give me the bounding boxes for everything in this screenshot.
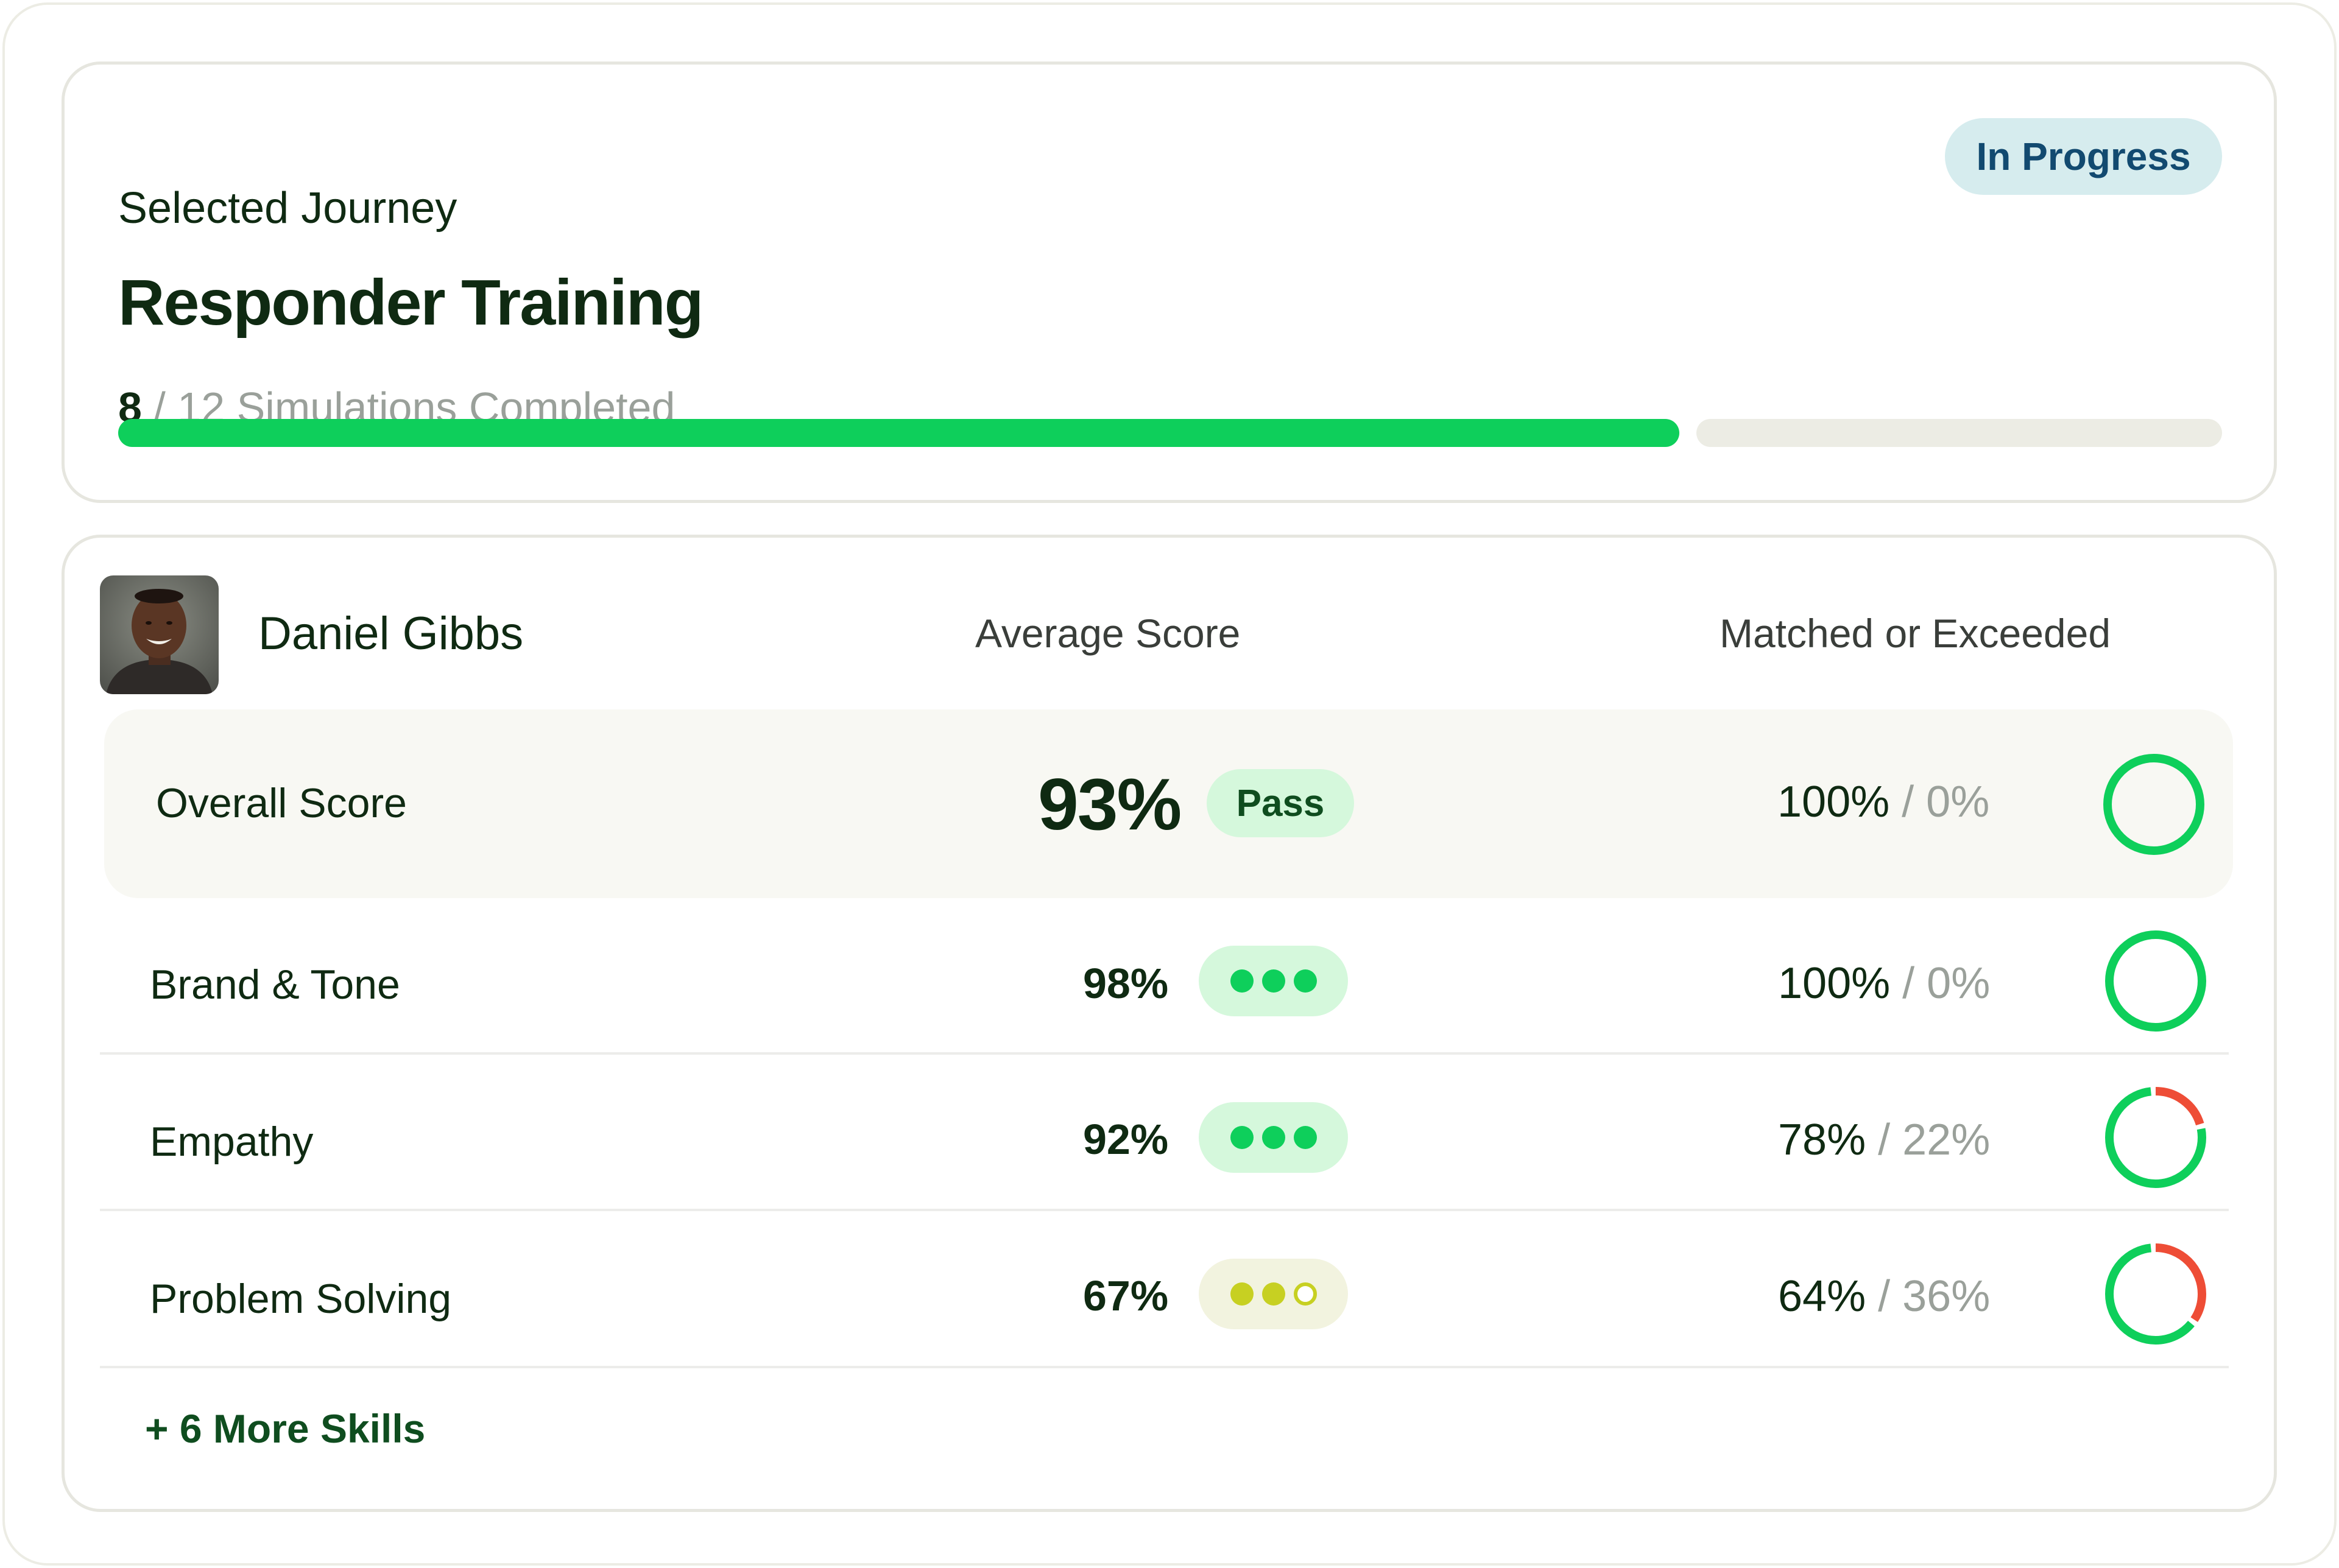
skill-level-badge xyxy=(1199,946,1348,1016)
more-skills-link[interactable]: + 6 More Skills xyxy=(145,1408,425,1449)
overall-label: Overall Score xyxy=(156,780,407,826)
skill-missed-value: / 36% xyxy=(1878,1272,1991,1321)
skill-label: Empathy xyxy=(150,1119,314,1165)
skill-match-ring xyxy=(2105,930,2206,1032)
level-dot-filled xyxy=(1230,1282,1254,1306)
skill-score: 67% xyxy=(1083,1272,1169,1320)
skill-missed-value: / 22% xyxy=(1878,1116,1991,1164)
skill-row: Empathy 92% 78% / 22% xyxy=(104,1058,2233,1214)
overall-missed-value: / 0% xyxy=(1902,778,1990,826)
skill-label: Brand & Tone xyxy=(150,962,400,1008)
skill-level-badge xyxy=(1199,1102,1348,1173)
row-divider xyxy=(100,1209,2229,1211)
skill-matched-value: 78% xyxy=(1778,1116,1866,1164)
skill-match-ring xyxy=(2105,1243,2206,1345)
dashboard-frame: Selected Journey Responder Training In P… xyxy=(2,2,2337,1566)
row-divider xyxy=(100,1366,2229,1368)
level-dot-filled xyxy=(1293,969,1317,993)
avatar xyxy=(100,575,219,694)
skill-matched-value: 100% xyxy=(1778,959,1891,1008)
level-dot-filled xyxy=(1261,1126,1285,1149)
matched-header: Matched or Exceeded xyxy=(1720,611,2111,656)
level-dot-filled xyxy=(1261,969,1285,993)
journey-title: Responder Training xyxy=(118,267,704,339)
overall-matched-value: 100% xyxy=(1777,778,1890,826)
skill-missed-value: / 0% xyxy=(1902,959,1991,1008)
person-portrait-icon xyxy=(100,575,219,694)
skill-level-badge xyxy=(1199,1259,1348,1329)
overall-score: 93% xyxy=(1038,764,1182,845)
skill-row: Problem Solving 67% 64% / 36% xyxy=(104,1214,2233,1369)
overall-match-ring xyxy=(2103,754,2204,855)
skill-match-ring xyxy=(2105,1087,2206,1188)
status-badge: In Progress xyxy=(1945,118,2222,195)
journey-card: Selected Journey Responder Training In P… xyxy=(62,62,2277,503)
skill-matched: 78% / 22% xyxy=(1778,1118,1990,1162)
skills-card: Daniel Gibbs Average Score Matched or Ex… xyxy=(62,535,2277,1512)
learner-name: Daniel Gibbs xyxy=(258,608,524,659)
row-divider xyxy=(100,1052,2229,1055)
progress-remaining xyxy=(1696,419,2222,447)
journey-eyebrow: Selected Journey xyxy=(118,184,457,233)
level-dot-filled xyxy=(1230,969,1254,993)
skill-matched: 64% / 36% xyxy=(1778,1274,1990,1318)
skill-matched-value: 64% xyxy=(1778,1272,1866,1321)
overall-score-row: Overall Score 93% Pass 100% / 0% xyxy=(104,709,2233,898)
level-dot-filled xyxy=(1261,1282,1285,1306)
skill-row: Brand & Tone 98% 100% / 0% xyxy=(104,903,2233,1058)
progress-fill xyxy=(118,419,1679,447)
level-dot-empty xyxy=(1293,1282,1317,1306)
average-score-header: Average Score xyxy=(975,611,1241,656)
level-dot-filled xyxy=(1293,1126,1317,1149)
journey-progress-bar xyxy=(118,419,2222,447)
skill-matched: 100% / 0% xyxy=(1778,962,1990,1005)
skill-label: Problem Solving xyxy=(150,1276,452,1322)
pass-badge: Pass xyxy=(1207,769,1354,837)
ring-matched-arc xyxy=(2103,754,2204,855)
skill-score: 92% xyxy=(1083,1116,1169,1163)
overall-matched: 100% / 0% xyxy=(1777,780,1989,824)
ring-matched-arc xyxy=(2105,930,2206,1032)
skill-score: 98% xyxy=(1083,960,1169,1007)
level-dot-filled xyxy=(1230,1126,1254,1149)
